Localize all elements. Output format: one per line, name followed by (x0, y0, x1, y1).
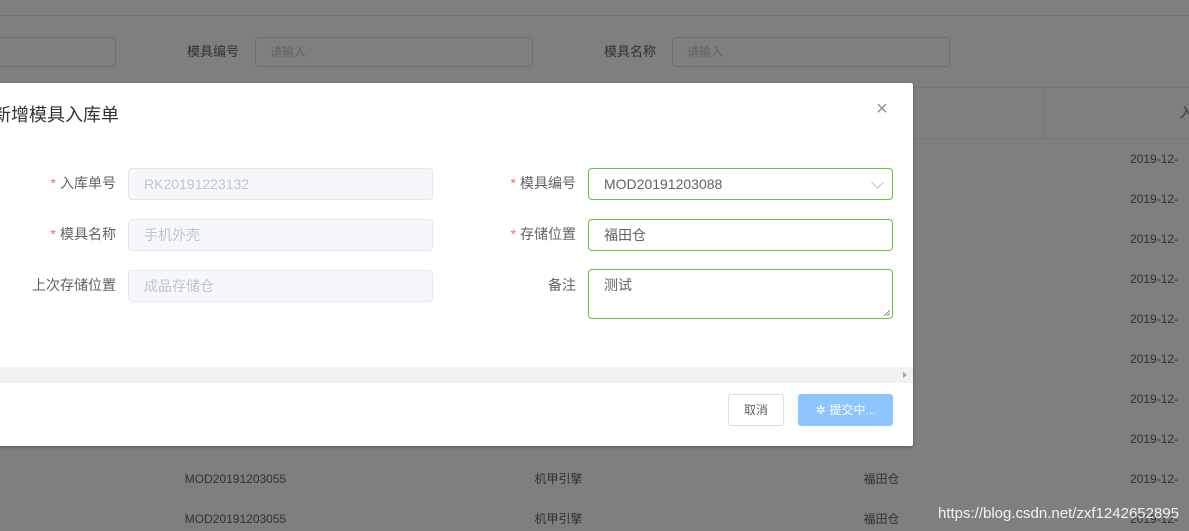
storage-location-label: * 存储位置 (510, 226, 576, 242)
submit-button-label: 提交中... (829, 403, 876, 417)
horizontal-scrollbar[interactable] (0, 367, 913, 383)
scroll-right-arrow-icon[interactable] (903, 372, 907, 378)
mold-name-input[interactable]: 手机外壳 (128, 219, 433, 251)
remark-label: 备注 (548, 277, 576, 293)
required-mark: * (510, 226, 516, 242)
required-mark: * (510, 175, 516, 191)
add-mold-inbound-dialog: 新增模具入库单 × * 入库单号 RK20191223132 * 模具编号 MOD2… (0, 83, 913, 446)
remark-textarea[interactable]: 测试 (588, 269, 893, 319)
remark-value: 测试 (604, 277, 632, 293)
receipt-no-input[interactable]: RK20191223132 (128, 168, 433, 200)
watermark: https://blog.csdn.net/zxf1242652895 (937, 505, 1179, 522)
dialog-title: 新增模具入库单 (0, 105, 119, 125)
storage-location-input[interactable]: 福田仓 (588, 219, 893, 251)
close-icon[interactable]: × (873, 99, 891, 119)
receipt-no-label: * 入库单号 (50, 175, 116, 191)
last-location-input[interactable]: 成品存储仓 (128, 270, 433, 302)
chevron-down-icon (871, 176, 884, 189)
required-mark: * (50, 226, 56, 242)
mold-code-select[interactable]: MOD20191203088 (588, 168, 893, 200)
loading-icon: ✲ (815, 403, 826, 417)
submit-button[interactable]: ✲ 提交中... (798, 394, 893, 426)
resize-handle-icon[interactable] (884, 310, 890, 316)
last-location-label: 上次存储位置 (32, 277, 116, 293)
mold-code-label: * 模具编号 (510, 175, 576, 191)
required-mark: * (50, 175, 56, 191)
cancel-button[interactable]: 取消 (728, 394, 784, 426)
page: 模具编号 请输入 模具名称 请输入 入 2019-12-2019-12-2019… (0, 0, 1189, 531)
mold-name-label: * 模具名称 (50, 226, 116, 242)
mold-code-select-value: MOD20191203088 (604, 176, 723, 192)
